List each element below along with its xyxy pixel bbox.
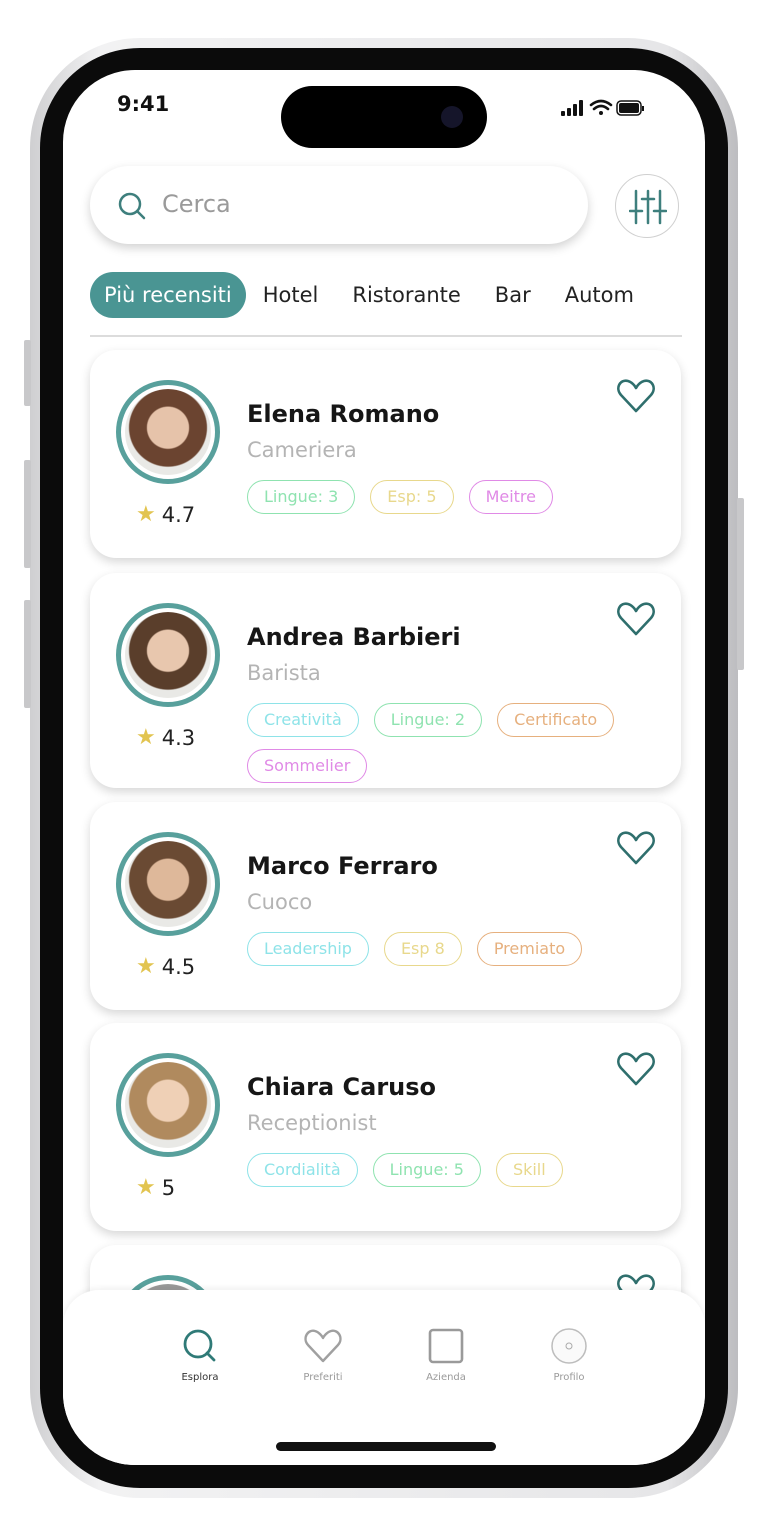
star-icon: ★: [136, 954, 156, 979]
category-tab[interactable]: Hotel: [246, 272, 336, 318]
skill-tag: Lingue: 3: [247, 480, 356, 514]
search-placeholder: Cerca: [162, 190, 231, 218]
avatar: [116, 832, 220, 936]
profile-name: Elena Romano: [247, 400, 440, 428]
category-tab[interactable]: Autom: [548, 272, 651, 318]
profile-photo: [125, 841, 211, 927]
nav-label: Azienda: [426, 1372, 466, 1383]
nav-preferiti[interactable]: Preferiti: [278, 1328, 368, 1383]
profile-card[interactable]: ★ 4.7 Elena Romano Cameriera Lingue: 3 Esp…: [90, 350, 681, 558]
profile-role: Barista: [247, 661, 321, 685]
divider: [90, 335, 682, 337]
star-icon: ★: [136, 1175, 156, 1200]
tag-list: Cordialità Lingue: 5 Skill: [247, 1153, 657, 1187]
profile-icon: [551, 1328, 587, 1364]
profile-role: Receptionist: [247, 1111, 377, 1135]
category-tab[interactable]: Più recensiti: [90, 272, 246, 318]
tag-list: Leadership Esp 8 Premiato: [247, 932, 657, 966]
profile-card[interactable]: ★ 4.3 Andrea Barbieri Barista Creatività L…: [90, 573, 681, 788]
profile-role: Cuoco: [247, 890, 313, 914]
battery-icon: [616, 100, 644, 116]
avatar: [116, 603, 220, 707]
camera: [441, 106, 463, 128]
skill-tag: Meitre: [468, 480, 553, 514]
heart-icon: [304, 1329, 342, 1363]
heart-icon[interactable]: [616, 830, 656, 866]
bottom-nav: Esplora Preferiti Azienda Profilo: [63, 1290, 705, 1465]
profile-photo: [125, 1062, 211, 1148]
profile-name: Andrea Barbieri: [247, 623, 461, 651]
rating-value: 4.5: [161, 954, 196, 979]
star-icon: ★: [136, 502, 156, 527]
search-input[interactable]: Cerca: [90, 166, 588, 244]
nav-label: Preferiti: [303, 1372, 343, 1383]
search-icon: [118, 192, 146, 220]
volume-down-button: [24, 600, 31, 708]
profile-card[interactable]: ★ 4.5 Marco Ferraro Cuoco Leadership Esp 8…: [90, 802, 681, 1010]
avatar: [116, 380, 220, 484]
heart-icon[interactable]: [616, 378, 656, 414]
search-icon: [183, 1329, 216, 1362]
skill-tag: Esp 8: [383, 932, 462, 966]
nav-profilo[interactable]: Profilo: [524, 1328, 614, 1383]
tag-list: Lingue: 3 Esp: 5 Meitre: [247, 480, 657, 514]
rating-value: 4.3: [161, 725, 196, 750]
filter-button[interactable]: [615, 174, 679, 238]
rating-value: 5: [161, 1175, 176, 1200]
skill-tag: Esp: 5: [370, 480, 454, 514]
wifi-icon: [589, 99, 613, 115]
nav-label: Profilo: [553, 1372, 585, 1383]
rating: ★ 4.3: [136, 725, 195, 750]
nav-esplora[interactable]: Esplora: [155, 1328, 245, 1383]
nav-label: Esplora: [181, 1372, 219, 1383]
avatar: [116, 1053, 220, 1157]
profile-photo: [125, 389, 211, 475]
profile-name: Marco Ferraro: [247, 852, 438, 880]
profile-card[interactable]: ★ 5 Chiara Caruso Receptionist Cordialità…: [90, 1023, 681, 1231]
tag-list: Creatività Lingue: 2 Certificato Sommelier: [247, 703, 657, 783]
category-tab[interactable]: Ristorante: [335, 272, 477, 318]
skill-tag: Leadership: [247, 932, 369, 966]
square-icon: [428, 1328, 464, 1364]
profile-role: Cameriera: [247, 438, 357, 462]
skill-tag: Cordialità: [247, 1153, 358, 1187]
skill-tag: Skill: [495, 1153, 563, 1187]
rating-value: 4.7: [161, 502, 196, 527]
nav-azienda[interactable]: Azienda: [401, 1328, 491, 1383]
star-icon: ★: [136, 725, 156, 750]
heart-icon[interactable]: [616, 1051, 656, 1087]
status-time: 9:41: [117, 92, 170, 116]
home-indicator: [276, 1442, 496, 1451]
skill-tag: Lingue: 2: [373, 703, 483, 737]
skill-tag: Premiato: [476, 932, 583, 966]
heart-icon[interactable]: [616, 601, 656, 637]
mute-switch: [24, 340, 31, 406]
power-button: [737, 498, 744, 670]
category-tabs: Più recensiti Hotel Ristorante Bar Autom: [90, 272, 651, 318]
rating: ★ 5: [136, 1175, 175, 1200]
screen: 9:41 Cerca Più recensiti Hotel Ristorante B…: [63, 70, 705, 1465]
volume-up-button: [24, 460, 31, 568]
signal-icon: [561, 100, 583, 116]
skill-tag: Certificato: [497, 703, 615, 737]
profile-name: Chiara Caruso: [247, 1073, 437, 1101]
skill-tag: Sommelier: [247, 749, 368, 783]
sliders-icon: [629, 189, 667, 225]
status-icons: [561, 99, 644, 116]
skill-tag: Creatività: [247, 703, 359, 737]
rating: ★ 4.7: [136, 502, 195, 527]
skill-tag: Lingue: 5: [372, 1153, 481, 1187]
profile-photo: [125, 612, 211, 698]
category-tab[interactable]: Bar: [478, 272, 548, 318]
rating: ★ 4.5: [136, 954, 195, 979]
